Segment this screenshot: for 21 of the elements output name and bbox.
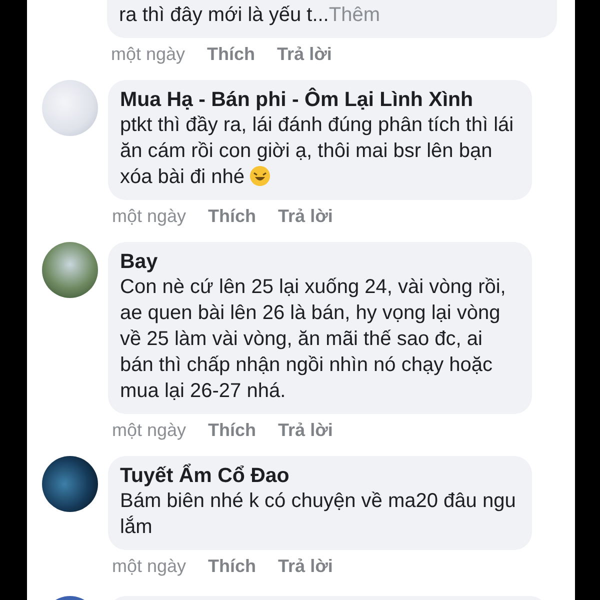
reply-link[interactable]: Trả lời xyxy=(278,204,333,228)
commenter-name[interactable]: Bay xyxy=(120,250,518,274)
like-link[interactable]: Thích xyxy=(208,554,256,578)
like-link[interactable]: Thích xyxy=(208,204,256,228)
comment-time: một ngày xyxy=(112,419,186,442)
comment-text: ptkt thì đầy ra, lái đánh đúng phân tích thì lái ăn cám rồi con giời ạ, thôi mai bsr lên bạn xóa bài đi nhé xyxy=(120,113,515,190)
comment-time: một ngày xyxy=(111,43,186,66)
comment-text: ra thì đây mới là yếu t...Thêm xyxy=(119,3,381,28)
see-more-link[interactable]: Thêm xyxy=(328,4,380,26)
like-link[interactable]: Thích xyxy=(208,418,256,442)
comment-time: một ngày xyxy=(112,555,186,578)
reply-link[interactable]: Trả lời xyxy=(278,554,333,578)
reply-link[interactable]: Trả lời xyxy=(278,418,333,442)
commenter-name[interactable]: Tuyết Ẩm Cổ Đao xyxy=(120,464,518,488)
commenter-name[interactable]: Mua Hạ - Bán phi - Ôm Lại Lình Xình xyxy=(120,88,518,112)
reply-link[interactable]: Trả lời xyxy=(277,42,332,66)
comment-time: một ngày xyxy=(112,205,186,228)
laughing-face-icon xyxy=(248,165,271,187)
comment-text: Bám biên nhé k có chuyện về ma20 đâu ngu lắm xyxy=(120,489,517,540)
comment-text: Con nè cứ lên 25 lại xuống 24, vài vòng rồi, ae quen bài lên 26 là bán, hy vọng lại vòng về 25 làm vài vòng, ăn mãi thế sao đc, ai bán thì chấp nhận ngồi nhìn nó chạy hoặc mua lại 26-27 nhá. xyxy=(120,275,507,404)
like-link[interactable]: Thích xyxy=(207,42,256,66)
